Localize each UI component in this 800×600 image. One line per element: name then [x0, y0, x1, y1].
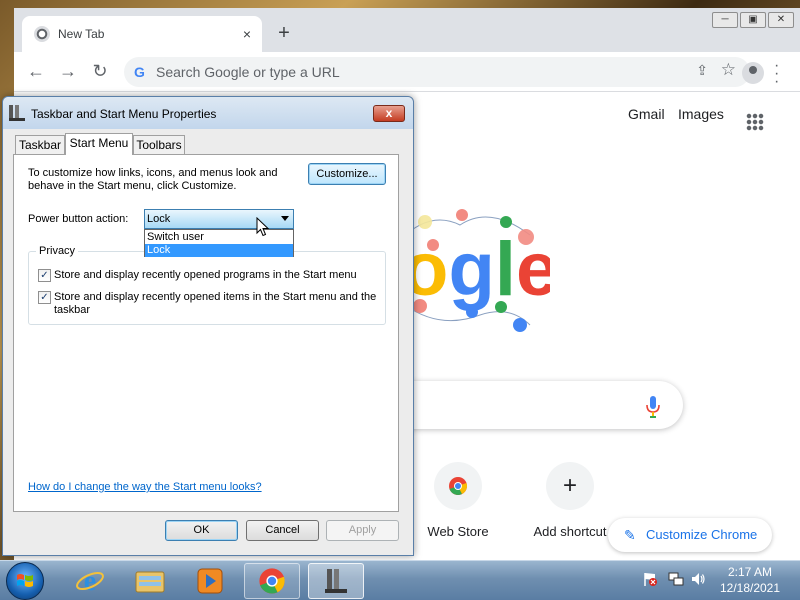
customize-chrome-button[interactable]: ✎ Customize Chrome: [608, 518, 772, 552]
ntp-search-box[interactable]: [404, 381, 683, 429]
omnibox[interactable]: G Search Google or type a URL ⇪ ☆: [124, 57, 750, 87]
forward-icon[interactable]: →: [56, 60, 80, 84]
tab-close-icon[interactable]: ×: [238, 25, 256, 43]
google-g-icon: G: [134, 64, 145, 80]
taskbar-properties-dialog: Taskbar and Start Menu Properties x Task…: [2, 96, 414, 556]
apply-button: Apply: [326, 520, 399, 541]
chrome-icon[interactable]: [244, 563, 300, 599]
chrome-web-store-icon: [434, 462, 482, 510]
clock-date: 12/18/2021: [719, 581, 781, 595]
clock-time: 2:17 AM: [727, 565, 773, 579]
help-link[interactable]: How do I change the way the Start menu l…: [28, 481, 262, 493]
dialog-titlebar[interactable]: Taskbar and Start Menu Properties x: [3, 97, 413, 129]
dialog-close-button[interactable]: x: [373, 105, 405, 122]
tab-start-menu[interactable]: Start Menu: [65, 133, 133, 155]
plus-icon: +: [546, 462, 594, 510]
privacy-legend: Privacy: [36, 245, 79, 257]
checkbox-label: Store and display recently opened items …: [54, 291, 377, 316]
dialog-title: Taskbar and Start Menu Properties: [31, 107, 217, 121]
google-apps-icon[interactable]: [746, 113, 764, 131]
shortcut-web-store[interactable]: Web Store: [403, 462, 513, 539]
start-button[interactable]: [6, 562, 44, 600]
chrome-menu-icon[interactable]: · · ·: [774, 58, 779, 90]
minimize-button[interactable]: ─: [712, 12, 738, 28]
tab-taskbar[interactable]: Taskbar: [15, 135, 65, 154]
checkbox-checked-icon[interactable]: ✓: [38, 269, 51, 282]
volume-icon[interactable]: [690, 571, 706, 587]
option-switch-user[interactable]: Switch user: [145, 231, 293, 244]
pencil-icon: ✎: [624, 527, 636, 543]
tab-strip: New Tab × + ─ ▣ ✕: [14, 8, 800, 52]
new-tab-button[interactable]: +: [272, 22, 296, 46]
share-icon[interactable]: ⇪: [696, 62, 708, 79]
chrome-favicon-icon: [34, 26, 50, 42]
browser-toolbar: ← → ↻ G Search Google or type a URL ⇪ ☆ …: [14, 52, 800, 92]
description-text: To customize how links, icons, and menus…: [28, 167, 278, 192]
windows-explorer-icon[interactable]: [122, 563, 178, 599]
cancel-button[interactable]: Cancel: [246, 520, 319, 541]
power-select-value: Lock: [147, 213, 171, 225]
power-dropdown-list: Switch user Lock: [144, 229, 294, 257]
power-button-label: Power button action:: [28, 213, 129, 225]
shortcut-label: Web Store: [427, 524, 489, 539]
gmail-link[interactable]: Gmail: [628, 106, 665, 122]
power-button-select[interactable]: Lock: [144, 209, 294, 229]
start-menu-panel: To customize how links, icons, and menus…: [13, 154, 399, 512]
back-icon[interactable]: ←: [24, 60, 48, 84]
google-doodle[interactable]: ogle: [400, 200, 550, 340]
option-lock[interactable]: Lock: [145, 244, 293, 257]
svg-text:e: e: [84, 566, 96, 596]
action-center-flag-icon[interactable]: [642, 571, 658, 587]
bookmark-star-icon[interactable]: ☆: [721, 60, 736, 80]
customize-chrome-label: Customize Chrome: [646, 527, 758, 542]
reload-icon[interactable]: ↻: [88, 60, 112, 84]
taskbar-properties-icon: [9, 105, 25, 121]
svg-text:ogle: ogle: [402, 227, 550, 312]
microphone-icon[interactable]: [646, 396, 660, 418]
restore-button[interactable]: ▣: [740, 12, 766, 28]
checkbox-checked-icon[interactable]: ✓: [38, 291, 51, 304]
mouse-cursor-icon: [256, 217, 270, 237]
internet-explorer-icon[interactable]: e: [62, 563, 118, 599]
tab-title: New Tab: [58, 27, 105, 41]
customize-button[interactable]: Customize...: [308, 163, 386, 185]
windows-logo-icon: [17, 574, 33, 587]
system-clock[interactable]: 2:17 AM 12/18/2021: [712, 564, 788, 596]
dropdown-arrow-icon[interactable]: [281, 216, 289, 221]
images-link[interactable]: Images: [678, 106, 724, 122]
omnibox-placeholder: Search Google or type a URL: [156, 64, 340, 80]
media-player-icon[interactable]: [182, 563, 238, 599]
profile-avatar-icon[interactable]: [742, 62, 764, 84]
network-icon[interactable]: [668, 571, 684, 587]
tab-toolbars[interactable]: Toolbars: [133, 135, 185, 154]
ok-button[interactable]: OK: [165, 520, 238, 541]
tab-new-tab[interactable]: New Tab ×: [22, 16, 262, 52]
taskbar-properties-taskbar-icon[interactable]: [308, 563, 364, 599]
close-window-button[interactable]: ✕: [768, 12, 794, 28]
checkbox-label: Store and display recently opened progra…: [54, 269, 357, 281]
